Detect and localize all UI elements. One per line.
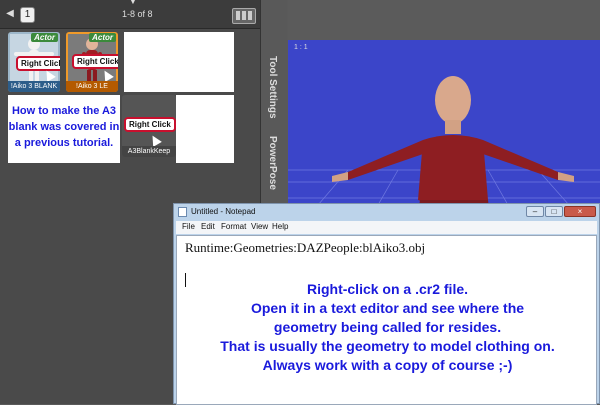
instruction-line: Right-click on a .cr2 file. xyxy=(306,281,469,297)
menu-view[interactable]: View xyxy=(251,222,268,231)
notepad-titlebar[interactable]: Untitled - Notepad – □ × xyxy=(174,204,600,220)
minimize-button[interactable]: – xyxy=(526,206,544,217)
right-click-callout: Right Click xyxy=(124,117,176,132)
menu-format[interactable]: Format xyxy=(221,222,246,231)
view-cell-icon xyxy=(248,11,252,20)
mouse-cursor-icon xyxy=(148,133,162,147)
library-item-aiko3-le[interactable]: Actor Right Click !Aiko 3 LE xyxy=(66,32,118,92)
maximize-button[interactable]: □ xyxy=(545,206,563,217)
notepad-text-area[interactable]: Runtime:Geometries:DAZPeople:blAiko3.obj… xyxy=(176,235,597,405)
window-title: Untitled - Notepad xyxy=(191,207,256,216)
library-item-aiko3-blank[interactable]: Actor Right Click !Aiko 3 BLANK xyxy=(8,32,60,92)
notepad-menubar: File Edit Format View Help xyxy=(176,221,597,234)
page-number-field[interactable]: 1 xyxy=(20,7,35,23)
tab-powerpose[interactable]: PowerPose xyxy=(267,136,278,190)
item-caption: !Aiko 3 BLANK xyxy=(8,81,60,92)
menu-edit[interactable]: Edit xyxy=(201,222,215,231)
menu-file[interactable]: File xyxy=(182,222,195,231)
right-click-callout: Right Click xyxy=(16,56,60,71)
empty-thumbnail xyxy=(176,95,234,163)
empty-thumbnail xyxy=(124,32,234,92)
instruction-line: Always work with a copy of course ;-) xyxy=(262,357,513,373)
library-toolbar: ◀ 1 ▼ 1-8 of 8 xyxy=(0,0,260,29)
menu-help[interactable]: Help xyxy=(272,222,288,231)
notepad-window: Untitled - Notepad – □ × File Edit Forma… xyxy=(173,203,600,405)
side-tab-strip: Tool Settings PowerPose xyxy=(260,0,287,210)
instruction-text: Right-click on a .cr2 file. Open it in a… xyxy=(177,280,596,375)
tutorial-note: How to make the A3 blank was covered in … xyxy=(8,95,120,163)
actor-badge: Actor xyxy=(89,33,116,42)
back-arrow-icon[interactable]: ◀ xyxy=(4,8,16,20)
tutorial-note-text: How to make the A3 blank was covered in … xyxy=(8,105,120,149)
instruction-line: That is usually the geometry to model cl… xyxy=(220,338,555,354)
view-cell-icon xyxy=(242,11,246,20)
viewport-header xyxy=(288,0,600,40)
viewport-scale-label: 1 : 1 xyxy=(294,44,308,51)
scroll-up-icon[interactable]: ▼ xyxy=(128,0,138,6)
library-item-a3blankkeep[interactable]: Right Click A3BlankKeep xyxy=(122,95,176,157)
close-button[interactable]: × xyxy=(564,206,596,217)
tab-tool-settings[interactable]: Tool Settings xyxy=(267,56,278,119)
geometry-path-line: Runtime:Geometries:DAZPeople:blAiko3.obj xyxy=(185,240,426,255)
right-click-callout: Right Click xyxy=(72,54,118,69)
instruction-line: Open it in a text editor and see where t… xyxy=(250,300,525,316)
view-cell-icon xyxy=(236,11,240,20)
instruction-line: geometry being called for resides. xyxy=(273,319,502,335)
item-caption: !Aiko 3 LE xyxy=(66,81,118,92)
view-mode-toggle[interactable] xyxy=(232,8,256,24)
notepad-app-icon xyxy=(178,207,187,217)
item-caption: A3BlankKeep xyxy=(122,146,176,157)
page-count-label: 1-8 of 8 xyxy=(122,9,153,19)
actor-badge: Actor xyxy=(31,33,58,42)
